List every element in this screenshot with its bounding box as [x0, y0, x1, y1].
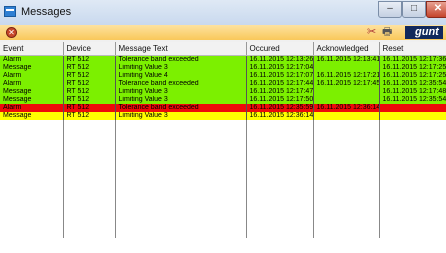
- device-cell: RT 512: [63, 72, 116, 80]
- table-row[interactable]: Message RT 512 Limiting Value 3 16.11.2015 …: [0, 64, 446, 72]
- empty-cell: [63, 120, 116, 238]
- minimize-button[interactable]: –: [378, 1, 402, 18]
- column-header-message-text[interactable]: Message Text: [115, 42, 247, 56]
- device-cell: RT 512: [63, 88, 116, 96]
- acknowledged-cell: 16.11.2015 12:17:21: [313, 72, 380, 80]
- table-header-row: Event Device Message Text Occured Acknow…: [0, 42, 446, 56]
- occured-cell: 16.11.2015 12:17:47: [246, 88, 314, 96]
- printer-icon[interactable]: 🖶: [382, 26, 392, 39]
- message-text-cell: Limiting Value 3: [115, 112, 247, 120]
- table-row[interactable]: Message RT 512 Limiting Value 3 16.11.2015 …: [0, 96, 446, 104]
- occured-cell: 16.11.2015 12:35:59: [246, 104, 314, 112]
- table-row[interactable]: Message RT 512 Limiting Value 3 16.11.2015 …: [0, 88, 446, 96]
- table-row[interactable]: Alarm RT 512 Tolerance band exceeded 16.11.…: [0, 104, 446, 112]
- acknowledged-cell: [313, 64, 380, 72]
- occured-cell: 16.11.2015 12:17:07: [246, 72, 314, 80]
- event-cell: Message: [0, 96, 64, 104]
- acknowledged-cell: 16.11.2015 12:36:14: [313, 104, 380, 112]
- acknowledged-cell: [313, 112, 380, 120]
- tools-icon[interactable]: ✂: [367, 26, 376, 39]
- toolbar: ✕ ✂ 🖶 gunt: [0, 25, 446, 40]
- brand-logo: gunt: [405, 26, 443, 39]
- occured-cell: 16.11.2015 12:13:26: [246, 55, 314, 64]
- column-header-device[interactable]: Device: [63, 42, 116, 56]
- occured-cell: 16.11.2015 12:17:44: [246, 80, 314, 88]
- message-text-cell: Tolerance band exceeded: [115, 80, 247, 88]
- reset-cell: 16.11.2015 12:17:25: [379, 72, 446, 80]
- app-icon: [4, 6, 16, 17]
- table-row[interactable]: Alarm RT 512 Tolerance band exceeded 16.11.…: [0, 55, 446, 64]
- table-row[interactable]: Alarm RT 512 Limiting Value 4 16.11.2015 12…: [0, 72, 446, 80]
- empty-row-area: [0, 120, 446, 238]
- table-body: Alarm RT 512 Tolerance band exceeded 16.11.…: [0, 55, 446, 238]
- table-row[interactable]: Alarm RT 512 Tolerance band exceeded 16.11.…: [0, 80, 446, 88]
- empty-cell: [379, 120, 446, 238]
- empty-cell: [246, 120, 314, 238]
- reset-cell: [379, 112, 446, 120]
- occured-cell: 16.11.2015 12:17:04: [246, 64, 314, 72]
- event-cell: Message: [0, 64, 64, 72]
- device-cell: RT 512: [63, 112, 116, 120]
- window-title: Messages: [21, 6, 72, 18]
- device-cell: RT 512: [63, 64, 116, 72]
- device-cell: RT 512: [63, 104, 116, 112]
- reset-cell: [379, 104, 446, 112]
- event-cell: Alarm: [0, 72, 64, 80]
- reset-cell: 16.11.2015 12:17:48: [379, 88, 446, 96]
- empty-cell: [115, 120, 247, 238]
- message-text-cell: Limiting Value 3: [115, 64, 247, 72]
- table-row[interactable]: Message RT 512 Limiting Value 3 16.11.2015 …: [0, 112, 446, 120]
- messages-grid: Event Device Message Text Occured Acknow…: [0, 42, 446, 253]
- message-text-cell: Limiting Value 3: [115, 96, 247, 104]
- device-cell: RT 512: [63, 80, 116, 88]
- column-header-acknowledged[interactable]: Acknowledged: [313, 42, 380, 56]
- occured-cell: 16.11.2015 12:36:14: [246, 112, 314, 120]
- column-header-event[interactable]: Event: [0, 42, 64, 56]
- acknowledged-cell: 16.11.2015 12:17:45: [313, 80, 380, 88]
- acknowledged-cell: [313, 88, 380, 96]
- reset-cell: 16.11.2015 12:17:36: [379, 55, 446, 64]
- maximize-button[interactable]: □: [402, 1, 426, 18]
- title-bar: Messages – □ ✕: [0, 0, 446, 25]
- messages-table: Event Device Message Text Occured Acknow…: [0, 42, 446, 238]
- event-cell: Alarm: [0, 55, 64, 64]
- message-text-cell: Tolerance band exceeded: [115, 104, 247, 112]
- event-cell: Message: [0, 88, 64, 96]
- message-text-cell: Tolerance band exceeded: [115, 55, 247, 64]
- device-cell: RT 512: [63, 55, 116, 64]
- event-cell: Message: [0, 112, 64, 120]
- reset-cell: 16.11.2015 12:17:25: [379, 64, 446, 72]
- acknowledged-cell: 16.11.2015 12:13:41: [313, 55, 380, 64]
- reset-cell: 16.11.2015 12:35:54: [379, 80, 446, 88]
- empty-cell: [0, 120, 64, 238]
- event-cell: Alarm: [0, 104, 64, 112]
- acknowledged-cell: [313, 96, 380, 104]
- message-text-cell: Limiting Value 3: [115, 88, 247, 96]
- occured-cell: 16.11.2015 12:17:50: [246, 96, 314, 104]
- column-header-reset[interactable]: Reset: [379, 42, 446, 56]
- device-cell: RT 512: [63, 96, 116, 104]
- event-cell: Alarm: [0, 80, 64, 88]
- close-button[interactable]: ✕: [426, 1, 446, 18]
- reset-cell: 16.11.2015 12:35:54: [379, 96, 446, 104]
- message-text-cell: Limiting Value 4: [115, 72, 247, 80]
- column-header-occured[interactable]: Occured: [246, 42, 314, 56]
- empty-cell: [313, 120, 380, 238]
- cancel-icon[interactable]: ✕: [6, 27, 17, 38]
